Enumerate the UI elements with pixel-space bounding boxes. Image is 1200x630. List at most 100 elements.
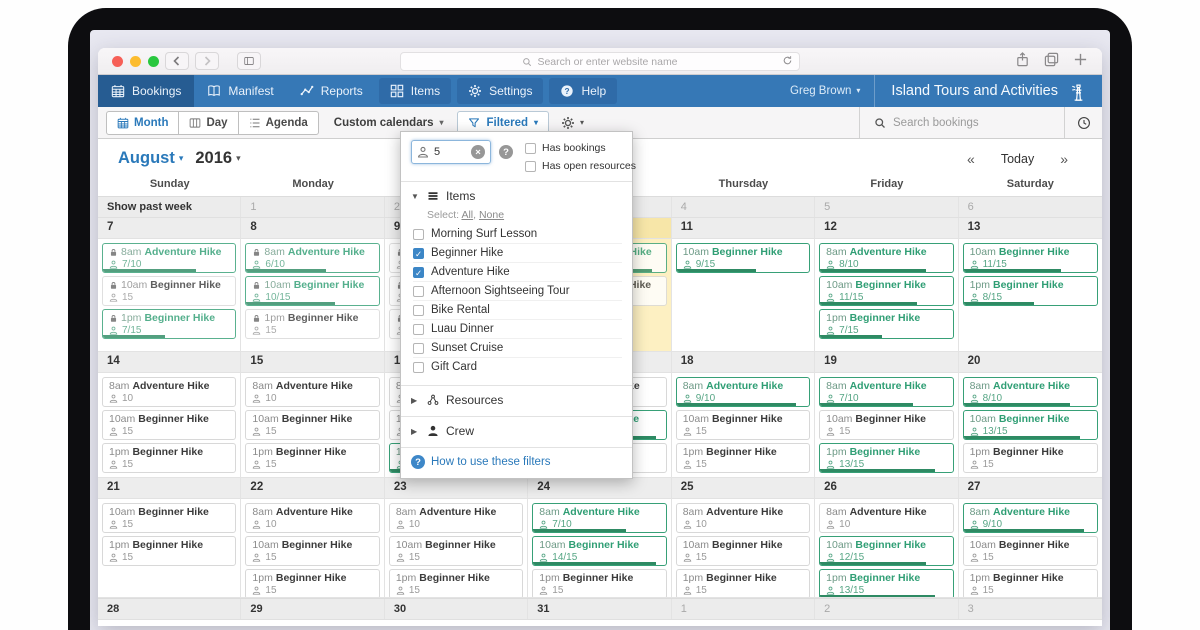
day-cell-14[interactable]: 14 8am Adventure Hike 10 10am Beginner Hike… bbox=[98, 352, 242, 478]
event-10am-beginner-hike[interactable]: 10am Beginner Hike 15 bbox=[819, 410, 954, 440]
day-cell-18[interactable]: 18 8am Adventure Hike 9/10 10am Beginner Hi… bbox=[671, 352, 816, 478]
resources-section-header[interactable]: ▶ Resources bbox=[411, 393, 622, 407]
prev-month-button[interactable]: « bbox=[967, 151, 975, 167]
event-8am-adventure-hike[interactable]: 8am Adventure Hike 8/10 bbox=[962, 377, 1098, 407]
item-filter-sunset-cruise[interactable]: Sunset Cruise bbox=[413, 338, 622, 357]
select-none-link[interactable]: None bbox=[479, 209, 504, 221]
crew-section-header[interactable]: ▶ Crew bbox=[411, 424, 622, 438]
address-bar[interactable]: Search or enter website name bbox=[400, 52, 800, 71]
event-1pm-beginner-hike[interactable]: 1pm Beginner Hike15 bbox=[675, 569, 811, 597]
view-button-day[interactable]: Day bbox=[178, 110, 239, 135]
nav-item-settings[interactable]: Settings bbox=[457, 78, 544, 104]
share-icon[interactable] bbox=[1015, 52, 1030, 72]
event-8am-adventure-hike[interactable]: 8am Adventure Hike10 bbox=[102, 377, 237, 407]
day-cell-20[interactable]: 20 8am Adventure Hike 8/10 10am Beginner Hi… bbox=[958, 352, 1102, 478]
item-filter-morning-surf-lesson[interactable]: Morning Surf Lesson bbox=[413, 225, 622, 243]
year-selector[interactable]: 2016 bbox=[195, 149, 232, 168]
event-1pm-beginner-hike[interactable]: 1pm Beginner Hike 7/15 bbox=[819, 309, 954, 339]
item-filter-bike-rental[interactable]: Bike Rental bbox=[413, 300, 622, 319]
nav-item-reports[interactable]: Reports bbox=[287, 75, 376, 107]
close-window-button[interactable] bbox=[112, 55, 123, 67]
event-10am-beginner-hike[interactable]: 10am Beginner Hike 13/15 bbox=[962, 410, 1098, 440]
item-filter-luau-dinner[interactable]: Luau Dinner bbox=[413, 319, 622, 338]
calendar-settings-button[interactable]: ▾ bbox=[561, 116, 584, 130]
custom-calendars-button[interactable]: Custom calendars ▾ bbox=[334, 117, 444, 129]
search-bookings-input[interactable]: Search bookings bbox=[859, 107, 1064, 138]
event-10am-beginner-hike[interactable]: 10am Beginner Hike 15 bbox=[388, 536, 524, 566]
event-8am-adventure-hike[interactable]: 8am Adventure Hike 8/10 bbox=[819, 243, 954, 273]
checkbox[interactable] bbox=[413, 361, 424, 373]
day-cell-22[interactable]: 22 8am Adventure Hike 10 10am Beginner Hike… bbox=[241, 478, 385, 598]
event-1pm-beginner-hike[interactable]: 1pm Beginner Hike 8/15 bbox=[962, 276, 1098, 306]
day-cell-19[interactable]: 19 8am Adventure Hike 7/10 10am Beginner Hi… bbox=[815, 352, 959, 478]
day-cell-7[interactable]: 7 8am Adventure Hike 7/10 10am Beginner Hik… bbox=[98, 218, 242, 352]
event-10am-beginner-hike[interactable]: 10am Beginner Hike14/15 bbox=[532, 536, 667, 566]
event-1pm-beginner-hike[interactable]: 1pm Beginner Hike15 bbox=[962, 443, 1098, 473]
show-past-week-button[interactable]: Show past week bbox=[98, 197, 242, 217]
event-10am-beginner-hike[interactable]: 10am Beginner Hike 9/15 bbox=[675, 243, 811, 273]
nav-item-items[interactable]: Items bbox=[378, 78, 452, 104]
event-8am-adventure-hike[interactable]: 8am Adventure Hike10 bbox=[675, 503, 811, 533]
event-1pm-beginner-hike[interactable]: 1pm Beginner Hike15 bbox=[388, 569, 524, 597]
day-cell-23[interactable]: 23 8am Adventure Hike 10 10am Beginner Hike… bbox=[384, 478, 529, 598]
event-1pm-beginner-hike[interactable]: 1pm Beginner Hike13/15 bbox=[819, 443, 954, 473]
today-button[interactable]: Today bbox=[1001, 152, 1034, 166]
checkbox[interactable] bbox=[525, 160, 536, 172]
event-1pm-beginner-hike[interactable]: 1pm Beginner Hike13/15 bbox=[819, 569, 954, 597]
event-1pm-beginner-hike[interactable]: 1pm Beginner Hike15 bbox=[532, 569, 667, 597]
event-1pm-beginner-hike[interactable]: 1pm Beginner Hike 7/15 bbox=[102, 309, 237, 339]
recent-activity-button[interactable] bbox=[1064, 107, 1102, 138]
checkbox[interactable]: ✓ bbox=[413, 266, 424, 278]
new-tab-icon[interactable] bbox=[1073, 52, 1088, 72]
checkbox[interactable] bbox=[413, 285, 424, 297]
day-cell-11[interactable]: 11 10am Beginner Hike 9/15 bbox=[671, 218, 816, 352]
items-section-header[interactable]: ▼ Items bbox=[411, 189, 622, 203]
reload-icon[interactable] bbox=[782, 55, 793, 69]
day-cell-25[interactable]: 25 8am Adventure Hike 10 10am Beginner Hike… bbox=[671, 478, 816, 598]
event-8am-adventure-hike[interactable]: 8am Adventure Hike9/10 bbox=[675, 377, 811, 407]
day-cell-27[interactable]: 27 8am Adventure Hike 9/10 10am Beginner Hi… bbox=[958, 478, 1102, 598]
event-1pm-beginner-hike[interactable]: 1pm Beginner Hike15 bbox=[245, 309, 380, 339]
minimize-window-button[interactable] bbox=[130, 55, 141, 67]
company-brand[interactable]: Island Tours and Activities bbox=[874, 75, 1102, 107]
min-capacity-input[interactable]: 5 × bbox=[411, 140, 491, 164]
event-10am-beginner-hike[interactable]: 10am Beginner Hike 15 bbox=[245, 410, 380, 440]
checkbox[interactable] bbox=[525, 142, 536, 154]
checkbox[interactable] bbox=[413, 228, 424, 240]
event-8am-adventure-hike[interactable]: 8am Adventure Hike 7/10 bbox=[819, 377, 954, 407]
checkbox[interactable]: ✓ bbox=[413, 247, 424, 259]
day-cell-15[interactable]: 15 8am Adventure Hike 10 10am Beginner Hike… bbox=[241, 352, 385, 478]
event-1pm-beginner-hike[interactable]: 1pm Beginner Hike15 bbox=[245, 443, 380, 473]
tabs-overview-icon[interactable] bbox=[1044, 52, 1059, 72]
item-filter-gift-card[interactable]: Gift Card bbox=[413, 357, 622, 376]
event-8am-adventure-hike[interactable]: 8am Adventure Hike 6/10 bbox=[245, 243, 380, 273]
checkbox[interactable] bbox=[413, 304, 424, 316]
event-1pm-beginner-hike[interactable]: 1pm Beginner Hike15 bbox=[102, 536, 237, 566]
event-10am-beginner-hike[interactable]: 10am Beginner Hike 15 bbox=[102, 503, 237, 533]
month-selector[interactable]: August bbox=[118, 149, 175, 168]
clear-input-icon[interactable]: × bbox=[471, 145, 485, 159]
event-8am-adventure-hike[interactable]: 8am Adventure Hike10 bbox=[245, 503, 380, 533]
checkbox[interactable] bbox=[413, 342, 424, 354]
day-cell-21[interactable]: 21 10am Beginner Hike 15 1pm Beginner Hike 1… bbox=[98, 478, 242, 598]
event-1pm-beginner-hike[interactable]: 1pm Beginner Hike15 bbox=[245, 569, 380, 597]
sidebar-toggle-button[interactable] bbox=[237, 52, 261, 70]
nav-item-help[interactable]: ? Help bbox=[549, 78, 618, 104]
capacity-help-icon[interactable]: ? bbox=[499, 145, 513, 159]
day-cell-24[interactable]: 24 8am Adventure Hike 7/10 10am Beginner Hi… bbox=[528, 478, 672, 598]
event-10am-beginner-hike[interactable]: 10am Beginner Hike 11/15 bbox=[962, 243, 1098, 273]
event-1pm-beginner-hike[interactable]: 1pm Beginner Hike15 bbox=[102, 443, 237, 473]
item-filter-afternoon-sightseeing-tour[interactable]: Afternoon Sightseeing Tour bbox=[413, 281, 622, 300]
day-cell-8[interactable]: 8 8am Adventure Hike 6/10 10am Beginner Hik… bbox=[241, 218, 385, 352]
event-8am-adventure-hike[interactable]: 8am Adventure Hike 7/10 bbox=[102, 243, 237, 273]
event-8am-adventure-hike[interactable]: 8am Adventure Hike9/10 bbox=[962, 503, 1098, 533]
nav-item-manifest[interactable]: Manifest bbox=[194, 75, 286, 107]
checkbox[interactable] bbox=[413, 323, 424, 335]
nav-item-bookings[interactable]: Bookings bbox=[98, 75, 195, 107]
filter-toggle-has-bookings[interactable]: Has bookings bbox=[525, 142, 636, 154]
next-month-button[interactable]: » bbox=[1060, 151, 1068, 167]
event-1pm-beginner-hike[interactable]: 1pm Beginner Hike15 bbox=[962, 569, 1098, 597]
user-menu[interactable]: Greg Brown ▾ bbox=[776, 85, 874, 97]
select-all-link[interactable]: All bbox=[461, 209, 473, 221]
event-8am-adventure-hike[interactable]: 8am Adventure Hike10 bbox=[245, 377, 380, 407]
